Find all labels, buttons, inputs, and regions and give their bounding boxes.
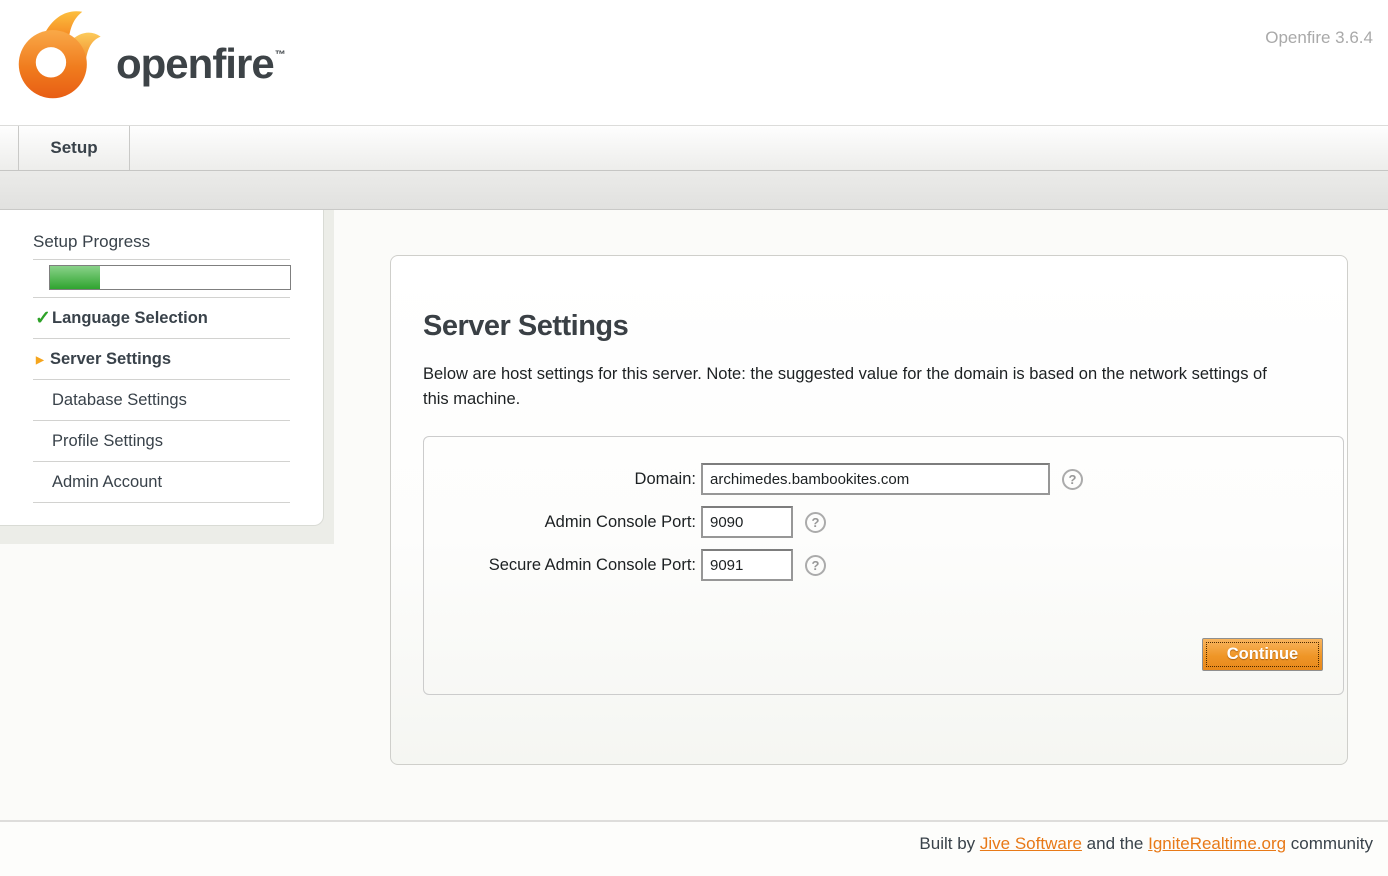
- secure-port-row: Secure Admin Console Port: ?: [424, 549, 1343, 581]
- tab-bar: Setup: [0, 126, 1388, 171]
- step-label: Admin Account: [52, 473, 162, 492]
- footer-text: community: [1286, 834, 1373, 853]
- progress-bar-wrap: [33, 260, 290, 298]
- step-label: Profile Settings: [52, 432, 163, 451]
- page-description: Below are host settings for this server.…: [423, 362, 1285, 412]
- footer: Built by Jive Software and the IgniteRea…: [0, 820, 1388, 873]
- brand-text: openfire: [116, 40, 274, 88]
- step-server-settings: ▶ Server Settings: [33, 339, 290, 380]
- progress-fill: [50, 266, 100, 289]
- secure-port-input[interactable]: [701, 549, 793, 581]
- admin-port-row: Admin Console Port: ?: [424, 506, 1343, 538]
- server-settings-form: Domain: ? Admin Console Port: ? Secure A…: [423, 436, 1344, 695]
- jive-software-link[interactable]: Jive Software: [980, 834, 1082, 853]
- secure-port-help-icon[interactable]: ?: [805, 555, 826, 576]
- step-label: Database Settings: [52, 391, 187, 410]
- progress-bar: [49, 265, 291, 290]
- domain-help-icon[interactable]: ?: [1062, 469, 1083, 490]
- current-step-arrow-icon: ▶: [36, 353, 50, 366]
- version-label: Openfire 3.6.4: [1265, 28, 1373, 48]
- page: openfire™ Openfire 3.6.4 Setup Setup Pro…: [0, 0, 1388, 876]
- step-language-selection: ✓ Language Selection: [33, 298, 290, 339]
- check-icon: ✓: [35, 307, 52, 330]
- setup-steps-list: ✓ Language Selection ▶ Server Settings D…: [33, 298, 290, 503]
- secure-port-label: Secure Admin Console Port:: [424, 556, 696, 575]
- domain-label: Domain:: [424, 470, 696, 489]
- domain-input[interactable]: [701, 463, 1050, 495]
- step-label: Server Settings: [50, 350, 171, 369]
- tab-setup[interactable]: Setup: [18, 126, 130, 170]
- footer-text: Built by: [919, 834, 979, 853]
- footer-text: and the: [1082, 834, 1148, 853]
- content-area: Setup Progress ✓ Language Selection ▶ Se…: [0, 210, 1388, 820]
- setup-progress-title: Setup Progress: [33, 210, 290, 260]
- step-profile-settings: Profile Settings: [33, 421, 290, 462]
- step-database-settings: Database Settings: [33, 380, 290, 421]
- continue-button[interactable]: Continue: [1202, 638, 1323, 671]
- step-label: Language Selection: [52, 309, 208, 328]
- igniterealtime-link[interactable]: IgniteRealtime.org: [1148, 834, 1286, 853]
- domain-row: Domain: ?: [424, 463, 1343, 495]
- openfire-logo: openfire™: [16, 8, 286, 102]
- admin-port-label: Admin Console Port:: [424, 513, 696, 532]
- trademark-symbol: ™: [275, 49, 286, 61]
- sub-nav-bar: [0, 171, 1388, 210]
- setup-progress-panel: Setup Progress ✓ Language Selection ▶ Se…: [0, 210, 324, 526]
- step-admin-account: Admin Account: [33, 462, 290, 503]
- admin-port-input[interactable]: [701, 506, 793, 538]
- admin-port-help-icon[interactable]: ?: [805, 512, 826, 533]
- header: openfire™ Openfire 3.6.4: [0, 0, 1388, 126]
- main-panel: Server Settings Below are host settings …: [390, 255, 1348, 765]
- flame-logo-icon: [16, 8, 108, 102]
- page-title: Server Settings: [423, 310, 1347, 343]
